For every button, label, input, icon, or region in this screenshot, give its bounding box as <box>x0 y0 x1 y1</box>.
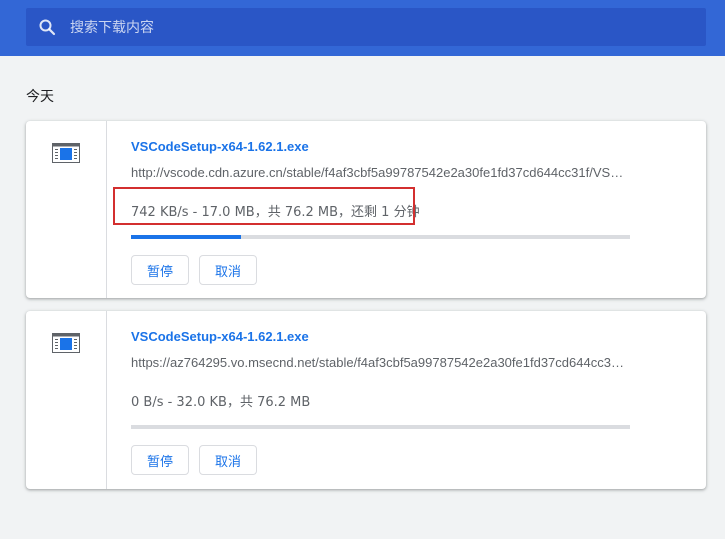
search-input[interactable]: 搜索下载内容 <box>26 8 706 46</box>
pause-button[interactable]: 暂停 <box>131 445 189 475</box>
file-url-link[interactable]: https://az764295.vo.msecnd.net/stable/f4… <box>131 355 631 370</box>
progress-bar <box>131 235 630 239</box>
exe-file-icon <box>52 143 80 163</box>
action-buttons: 暂停 取消 <box>131 445 331 477</box>
cancel-button[interactable]: 取消 <box>199 255 257 285</box>
pause-button[interactable]: 暂停 <box>131 255 189 285</box>
download-item: VSCodeSetup-x64-1.62.1.exe https://az764… <box>26 311 706 489</box>
file-icon-column <box>26 121 107 298</box>
toolbar: 搜索下载内容 <box>0 0 725 56</box>
action-buttons: 暂停 取消 <box>131 255 331 287</box>
file-name-link[interactable]: VSCodeSetup-x64-1.62.1.exe <box>131 139 309 154</box>
date-heading: 今天 <box>26 89 54 105</box>
search-placeholder: 搜索下载内容 <box>70 20 154 36</box>
file-icon-column <box>26 311 107 489</box>
file-name-link[interactable]: VSCodeSetup-x64-1.62.1.exe <box>131 329 309 344</box>
file-url-link[interactable]: http://vscode.cdn.azure.cn/stable/f4af3c… <box>131 165 631 180</box>
progress-bar <box>131 425 630 429</box>
cancel-button[interactable]: 取消 <box>199 445 257 475</box>
highlight-annotation <box>113 187 415 225</box>
search-icon <box>38 18 56 36</box>
download-item: VSCodeSetup-x64-1.62.1.exe http://vscode… <box>26 121 706 298</box>
download-status: 0 B/s - 32.0 KB，共 76.2 MB <box>131 395 311 410</box>
exe-file-icon <box>52 333 80 353</box>
progress-bar-fill <box>131 235 241 239</box>
